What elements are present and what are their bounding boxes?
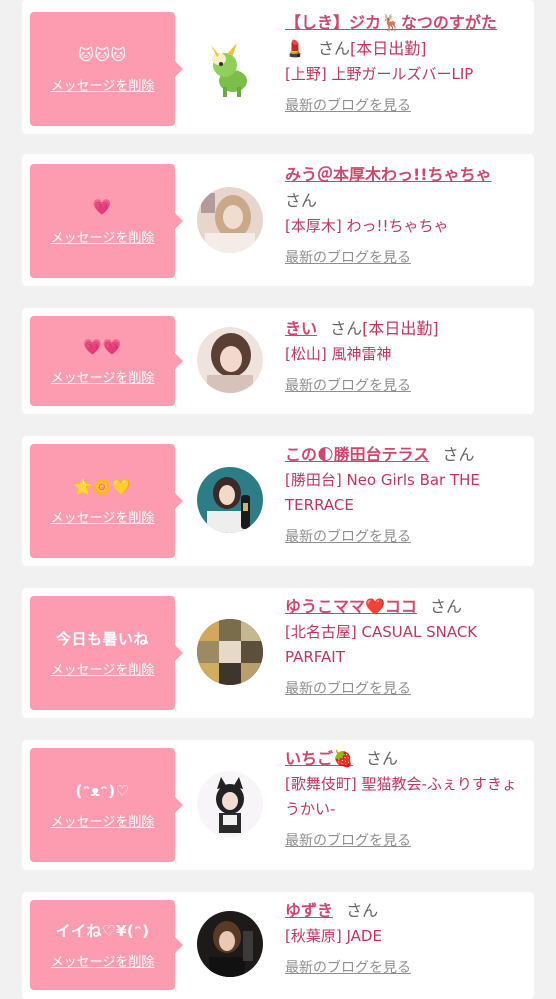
message-list: 🐱🐱🐱 メッセージを削除 【しき】ジカ🦌なつのすがた 💄 さん[本日出勤] [上… [0, 0, 556, 999]
message-text: イイね♡¥(ᵔ) [55, 921, 150, 940]
host-name-line: みう＠本厚木わっ!!ちゃちゃ さん [285, 162, 525, 214]
honorific: さん [442, 445, 475, 464]
message-bubble: (ᵔᴥᵔ)♡ メッセージを削除 [30, 748, 183, 862]
message-card: 💗💗 メッセージを削除 きい さん[本日出勤] [松山] 風神雷神 最新のブログ… [22, 308, 534, 414]
avatar[interactable] [197, 467, 263, 533]
honorific: さん [285, 191, 318, 210]
delete-message-link[interactable]: メッセージを削除 [51, 507, 155, 526]
host-name-line: いちご🍓 さん [285, 746, 525, 772]
latest-blog-link[interactable]: 最新のブログを見る [285, 247, 411, 267]
honorific: さん [430, 597, 463, 616]
card-info: ゆずき さん [秋葉原] JADE 最新のブログを見る [285, 898, 525, 977]
message-bubble: 🐱🐱🐱 メッセージを削除 [30, 12, 183, 126]
host-name-link[interactable]: 【しき】ジカ🦌なつのすがた [285, 13, 497, 32]
deer-character-avatar [197, 37, 263, 103]
host-name-link[interactable]: みう＠本厚木わっ!!ちゃちゃ [285, 165, 492, 184]
status-badge: [本日出勤] [350, 39, 427, 58]
avatar[interactable] [197, 327, 263, 393]
latest-blog-link[interactable]: 最新のブログを見る [285, 830, 411, 850]
latest-blog-link[interactable]: 最新のブログを見る [285, 375, 411, 395]
delete-message-link[interactable]: メッセージを削除 [51, 75, 155, 94]
delete-message-link[interactable]: メッセージを削除 [51, 659, 155, 678]
avatar[interactable] [197, 771, 263, 837]
card-info: 【しき】ジカ🦌なつのすがた 💄 さん[本日出勤] [上野] 上野ガールズバーLI… [285, 10, 525, 115]
shop-name: [本厚木] わっ!!ちゃちゃ [285, 217, 449, 235]
message-bubble: イイね♡¥(ᵔ) メッセージを削除 [30, 900, 183, 990]
host-name-line: きい さん[本日出勤] [285, 316, 525, 342]
card-info: みう＠本厚木わっ!!ちゃちゃ さん [本厚木] わっ!!ちゃちゃ 最新のブログを… [285, 162, 525, 267]
card-info: いちご🍓 さん [歌舞伎町] 聖猫教会-ふぇりすきょうかい- 最新のブログを見る [285, 746, 525, 850]
honorific: さん [366, 749, 399, 768]
message-bubble: 🌟🌼💛 メッセージを削除 [30, 444, 183, 558]
message-bubble: 💗💗 メッセージを削除 [30, 316, 183, 406]
delete-message-link[interactable]: メッセージを削除 [51, 951, 155, 970]
delete-message-link[interactable]: メッセージを削除 [51, 227, 155, 246]
host-name-link[interactable]: きい [285, 319, 317, 338]
message-card: イイね♡¥(ᵔ) メッセージを削除 ゆずき さん [秋葉原] JADE 最新のブ… [22, 892, 534, 999]
host-name-line: ゆずき さん [285, 898, 525, 924]
message-text: 🐱🐱🐱 [78, 45, 127, 64]
woman-with-bottle-avatar [197, 467, 263, 533]
message-text: 💗 [92, 197, 113, 216]
latest-blog-link[interactable]: 最新のブログを見る [285, 526, 411, 546]
collage-photo-avatar [197, 619, 263, 685]
latest-blog-link[interactable]: 最新のブログを見る [285, 957, 411, 977]
woman-photo-avatar [197, 327, 263, 393]
avatar[interactable] [197, 37, 263, 103]
message-card: 🐱🐱🐱 メッセージを削除 【しき】ジカ🦌なつのすがた 💄 さん[本日出勤] [上… [22, 0, 534, 134]
message-text: 🌟🌼💛 [73, 477, 132, 496]
cat-ear-girl-avatar [197, 771, 263, 837]
delete-message-link[interactable]: メッセージを削除 [51, 811, 155, 830]
shop-name: [上野] 上野ガールズバーLIP [285, 65, 474, 83]
message-card: 今日も暑いね メッセージを削除 ゆうこママ❤️ココ さん [北名古屋] CASU… [22, 588, 534, 718]
card-info: きい さん[本日出勤] [松山] 風神雷神 最新のブログを見る [285, 316, 525, 395]
message-card: (ᵔᴥᵔ)♡ メッセージを削除 いちご🍓 さん [歌舞伎町] 聖猫教会-ふぇりす… [22, 740, 534, 870]
card-info: この🌓勝田台テラス さん [勝田台] Neo Girls Bar THE TER… [285, 442, 525, 546]
shop-name: [勝田台] Neo Girls Bar THE TERRACE [285, 471, 480, 514]
host-name-link[interactable]: いちご🍓 [285, 749, 353, 768]
honorific: さん [346, 901, 379, 920]
honorific: さん [330, 319, 363, 338]
message-card: 🌟🌼💛 メッセージを削除 この🌓勝田台テラス さん [勝田台] Neo Girl… [22, 436, 534, 566]
shop-name: [松山] 風神雷神 [285, 345, 392, 363]
status-badge: [本日出勤] [362, 319, 439, 338]
host-name-line: 【しき】ジカ🦌なつのすがた 💄 さん[本日出勤] [285, 10, 525, 62]
delete-message-link[interactable]: メッセージを削除 [51, 367, 155, 386]
host-name-link[interactable]: この🌓勝田台テラス [285, 445, 429, 464]
woman-photo-avatar [197, 187, 263, 253]
honorific: さん [318, 39, 351, 58]
latest-blog-link[interactable]: 最新のブログを見る [285, 678, 411, 698]
message-card: 💗 メッセージを削除 みう＠本厚木わっ!!ちゃちゃ さん [本厚木] わっ!!ち… [22, 154, 534, 286]
host-name-link[interactable]: ゆずき [285, 901, 333, 920]
message-text: (ᵔᴥᵔ)♡ [75, 781, 130, 800]
message-text: 💗💗 [83, 337, 122, 356]
host-name-line: この🌓勝田台テラス さん [285, 442, 525, 468]
avatar[interactable] [197, 187, 263, 253]
shop-name: [秋葉原] JADE [285, 927, 382, 945]
shop-name: [歌舞伎町] 聖猫教会-ふぇりすきょうかい- [285, 775, 517, 818]
woman-photo-avatar [197, 911, 263, 977]
message-bubble: 今日も暑いね メッセージを削除 [30, 596, 183, 710]
avatar[interactable] [197, 911, 263, 977]
message-bubble: 💗 メッセージを削除 [30, 164, 183, 278]
message-text: 今日も暑いね [55, 629, 149, 648]
lipstick-icon: 💄 [285, 39, 305, 58]
card-info: ゆうこママ❤️ココ さん [北名古屋] CASUAL SNACK PARFAIT… [285, 594, 525, 698]
host-name-line: ゆうこママ❤️ココ さん [285, 594, 525, 620]
avatar[interactable] [197, 619, 263, 685]
shop-name: [北名古屋] CASUAL SNACK PARFAIT [285, 623, 478, 666]
host-name-link[interactable]: ゆうこママ❤️ココ [285, 597, 417, 616]
latest-blog-link[interactable]: 最新のブログを見る [285, 95, 411, 115]
